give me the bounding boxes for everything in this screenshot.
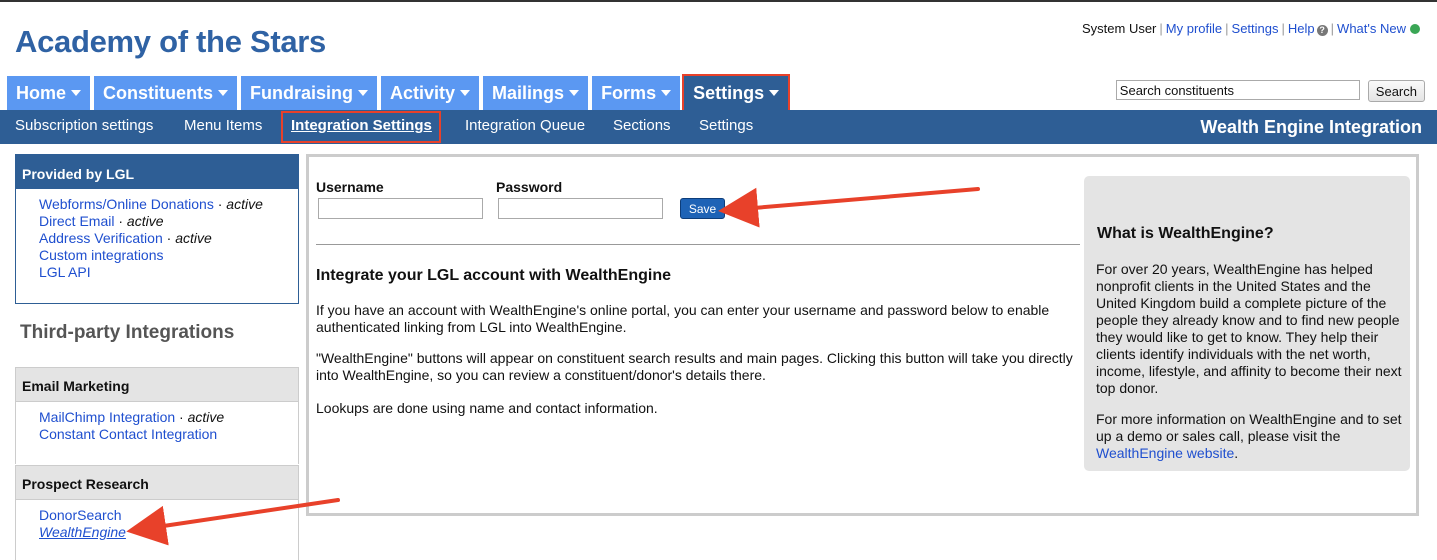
- separator: |: [1330, 21, 1335, 36]
- password-field[interactable]: [498, 198, 663, 219]
- provided-by-lgl-box: Provided by LGL Webforms/Online Donation…: [15, 154, 299, 304]
- tab-mailings[interactable]: Mailings: [483, 76, 589, 110]
- list-item: Custom integrations: [39, 247, 298, 264]
- tab-constituents[interactable]: Constituents: [94, 76, 238, 110]
- info-title: What is WealthEngine?: [1097, 225, 1274, 242]
- tab-label: Mailings: [492, 83, 565, 103]
- prospect-research-list: DonorSearch WealthEngine: [16, 500, 298, 541]
- third-party-heading: Third-party Integrations: [20, 322, 235, 343]
- tab-fundraising[interactable]: Fundraising: [241, 76, 378, 110]
- separator: |: [1225, 21, 1229, 36]
- sidebar: Provided by LGL Webforms/Online Donation…: [15, 154, 299, 304]
- tab-forms[interactable]: Forms: [592, 76, 681, 110]
- lookups-paragraph: Lookups are done using name and contact …: [316, 400, 658, 416]
- search-bar: Search: [1115, 80, 1425, 102]
- buttons-paragraph: "WealthEngine" buttons will appear on co…: [316, 350, 1073, 383]
- help-link[interactable]: Help: [1288, 21, 1315, 36]
- tab-label: Activity: [390, 83, 456, 103]
- intro-paragraph: If you have an account with WealthEngine…: [316, 302, 1050, 335]
- donorsearch-link[interactable]: DonorSearch: [39, 507, 122, 523]
- chevron-down-icon: [218, 90, 229, 96]
- search-button[interactable]: Search: [1367, 80, 1425, 102]
- chevron-down-icon: [460, 90, 471, 96]
- chevron-down-icon: [358, 90, 369, 96]
- tab-label: Forms: [601, 83, 657, 103]
- list-item: Webforms/Online Donations · active: [39, 196, 263, 212]
- what-is-wealthengine-box: What is WealthEngine? For over 20 years,…: [1084, 176, 1410, 471]
- divider: [316, 244, 1080, 245]
- my-profile-link[interactable]: My profile: [1166, 21, 1222, 36]
- top-border: [0, 0, 1437, 2]
- prospect-research-box: Prospect Research DonorSearch WealthEngi…: [15, 465, 299, 560]
- current-user: System User: [1081, 21, 1157, 36]
- chevron-down-icon: [569, 90, 580, 96]
- tab-label: Home: [16, 83, 67, 103]
- tab-home[interactable]: Home: [7, 76, 91, 110]
- subnav-integration-settings[interactable]: Integration Settings: [291, 110, 432, 144]
- tab-label: Constituents: [103, 83, 214, 103]
- wealthengine-panel: Username Password Save Integrate your LG…: [306, 154, 1419, 516]
- subnav-subscription-settings[interactable]: Subscription settings: [15, 110, 153, 144]
- direct-email-link[interactable]: Direct Email: [39, 213, 114, 229]
- custom-integrations-link[interactable]: Custom integrations: [39, 247, 164, 263]
- subnav-sections[interactable]: Sections: [613, 110, 671, 144]
- mailchimp-link[interactable]: MailChimp Integration: [39, 409, 175, 425]
- email-marketing-heading: Email Marketing: [16, 368, 298, 402]
- webforms-link[interactable]: Webforms/Online Donations: [39, 196, 214, 212]
- info-body: For over 20 years, WealthEngine has help…: [1096, 261, 1402, 396]
- section-title: Wealth Engine Integration: [1200, 117, 1422, 137]
- app-title: Academy of the Stars: [15, 24, 326, 59]
- list-item: MailChimp Integration · active: [39, 409, 225, 425]
- prospect-research-heading: Prospect Research: [16, 466, 298, 500]
- username-field[interactable]: [318, 198, 483, 219]
- status-label: active: [226, 196, 263, 212]
- chevron-down-icon: [71, 90, 82, 96]
- provided-by-lgl-heading: Provided by LGL: [16, 155, 298, 189]
- wealthengine-website-link[interactable]: WealthEngine website: [1096, 445, 1234, 461]
- status-label: active: [126, 213, 164, 229]
- status-label: active: [187, 409, 225, 425]
- integration-heading: Integrate your LGL account with WealthEn…: [316, 267, 671, 284]
- info-more: For more information on WealthEngine and…: [1096, 411, 1406, 462]
- lgl-api-link[interactable]: LGL API: [39, 264, 91, 280]
- sub-nav: Subscription settings Menu Items Integra…: [0, 110, 1437, 144]
- subnav-menu-items[interactable]: Menu Items: [184, 110, 262, 144]
- info-more-text: For more information on WealthEngine and…: [1096, 411, 1402, 444]
- status-label: active: [175, 230, 212, 246]
- address-verification-link[interactable]: Address Verification: [39, 230, 163, 246]
- username-label: Username: [316, 179, 384, 195]
- list-item: Address Verification · active: [39, 230, 212, 246]
- tab-label: Settings: [693, 83, 765, 103]
- tab-activity[interactable]: Activity: [381, 76, 480, 110]
- subnav-settings[interactable]: Settings: [699, 110, 753, 144]
- list-item: Direct Email · active: [39, 213, 164, 229]
- status-dot-icon: [1410, 24, 1420, 34]
- list-item: WealthEngine: [39, 524, 298, 541]
- subnav-integration-queue[interactable]: Integration Queue: [465, 110, 585, 144]
- list-item: LGL API: [39, 264, 298, 281]
- separator: |: [1159, 21, 1163, 36]
- tab-settings[interactable]: Settings: [682, 74, 791, 112]
- wealthengine-link[interactable]: WealthEngine: [39, 524, 126, 540]
- separator: |: [1281, 21, 1285, 36]
- settings-link[interactable]: Settings: [1232, 21, 1279, 36]
- save-button[interactable]: Save: [680, 198, 725, 219]
- password-label: Password: [496, 179, 563, 195]
- search-constituents-input[interactable]: [1115, 80, 1360, 100]
- email-marketing-box: Email Marketing MailChimp Integration · …: [15, 367, 299, 464]
- list-item: Constant Contact Integration: [39, 426, 298, 443]
- chevron-down-icon: [661, 90, 672, 96]
- constant-contact-link[interactable]: Constant Contact Integration: [39, 426, 217, 442]
- main-nav: Home Constituents Fundraising Activity M…: [7, 74, 791, 112]
- email-marketing-list: MailChimp Integration · active Constant …: [16, 402, 298, 443]
- tab-label: Fundraising: [250, 83, 354, 103]
- info-more-suffix: .: [1234, 445, 1239, 461]
- list-item: DonorSearch: [39, 507, 298, 524]
- lgl-integrations-list: Webforms/Online Donations · active Direc…: [16, 189, 298, 281]
- help-icon: ?: [1316, 25, 1328, 36]
- user-links: System User | My profile | Settings | Help? | Wh…: [1082, 21, 1420, 36]
- whats-new-link[interactable]: What's New: [1337, 21, 1406, 36]
- chevron-down-icon: [769, 90, 780, 96]
